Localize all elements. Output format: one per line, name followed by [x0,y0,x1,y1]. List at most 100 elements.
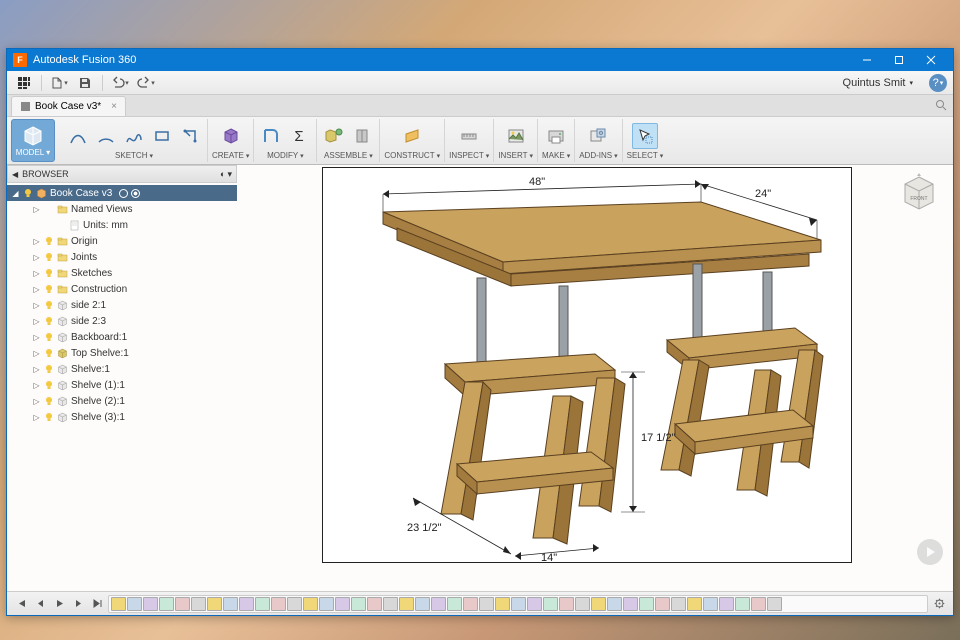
tree-item[interactable]: Units: mm [7,217,237,233]
timeline-track[interactable] [108,595,928,613]
timeline-feature[interactable] [751,597,766,611]
tree-item[interactable]: ▷Shelve (3):1 [7,409,237,425]
twist-icon[interactable]: ▷ [32,269,41,278]
ribbon-group-label[interactable]: INSERT▾ [498,151,533,160]
timeline-feature[interactable] [511,597,526,611]
timeline-feature[interactable] [207,597,222,611]
tree-item[interactable]: ▷Shelve (1):1 [7,377,237,393]
twist-icon[interactable]: ▷ [32,333,41,342]
browser-gear-icon[interactable]: ◐ [220,169,225,180]
bulb-icon[interactable] [44,348,54,358]
bulb-icon[interactable] [44,316,54,326]
minimize-button[interactable] [851,49,883,71]
undo-button[interactable]: ▾ [109,73,131,93]
timeline-feature[interactable] [607,597,622,611]
twist-icon[interactable]: ▷ [32,301,41,310]
timeline-feature[interactable] [143,597,158,611]
tree-item[interactable]: ▷Named Views [7,201,237,217]
timeline-feature[interactable] [255,597,270,611]
timeline-feature[interactable] [623,597,638,611]
twist-icon[interactable]: ▷ [32,381,41,390]
timeline-next-button[interactable] [70,596,86,612]
tree-item[interactable]: ▷Construction [7,281,237,297]
timeline-feature[interactable] [399,597,414,611]
timeline-feature[interactable] [463,597,478,611]
sigma-button[interactable]: Σ [286,123,312,149]
activate-radio[interactable] [119,189,128,198]
tree-item[interactable]: ▷side 2:3 [7,313,237,329]
ribbon-group-label[interactable]: MAKE▾ [542,151,570,160]
timeline-feature[interactable] [175,597,190,611]
asm2-button[interactable] [349,123,375,149]
browser-header[interactable]: ◀ BROWSER ◐▾ [7,165,237,183]
timeline-feature[interactable] [575,597,590,611]
ribbon-group-label[interactable]: CONSTRUCT▾ [384,151,440,160]
bulb-icon[interactable] [44,380,54,390]
extrude-button[interactable] [218,123,244,149]
search-icon[interactable] [935,98,947,116]
timeline-feature[interactable] [335,597,350,611]
timeline-feature[interactable] [383,597,398,611]
print-button[interactable] [543,123,569,149]
timeline-feature[interactable] [719,597,734,611]
tree-item[interactable]: ▷Shelve:1 [7,361,237,377]
timeline-feature[interactable] [687,597,702,611]
play-overlay-icon[interactable] [917,539,943,565]
tree-item[interactable]: ▷Joints [7,249,237,265]
timeline-feature[interactable] [767,597,782,611]
timeline-settings-button[interactable] [931,596,947,612]
ribbon-group-label[interactable]: SKETCH▾ [115,151,153,160]
bulb-icon[interactable] [44,396,54,406]
timeline-feature[interactable] [479,597,494,611]
bulb-icon[interactable] [44,236,54,246]
timeline-feature[interactable] [223,597,238,611]
timeline-feature[interactable] [127,597,142,611]
ribbon-group-label[interactable]: ASSEMBLE▾ [324,151,373,160]
bulb-icon[interactable] [44,364,54,374]
twist-icon[interactable]: ▷ [32,413,41,422]
bulb-icon[interactable] [44,252,54,262]
view-cube[interactable]: FRONT [897,171,941,215]
tab-close-button[interactable]: × [111,101,117,112]
circle-button[interactable] [177,123,203,149]
timeline-feature[interactable] [319,597,334,611]
timeline-feature[interactable] [239,597,254,611]
twist-icon[interactable]: ▷ [32,365,41,374]
ribbon-group-label[interactable]: CREATE▾ [212,151,249,160]
ribbon-group-label[interactable]: INSPECT▾ [449,151,489,160]
twist-icon[interactable]: ▷ [32,317,41,326]
tree-item[interactable]: ▷Top Shelve:1 [7,345,237,361]
help-button[interactable]: ?▾ [929,74,947,92]
fillet-button[interactable] [258,123,284,149]
timeline-feature[interactable] [287,597,302,611]
twist-icon[interactable]: ▷ [32,253,41,262]
activate-radio[interactable] [131,189,140,198]
plane-button[interactable] [399,123,425,149]
bulb-icon[interactable] [44,300,54,310]
tree-item[interactable]: ▷Sketches [7,265,237,281]
timeline-feature[interactable] [303,597,318,611]
line-button[interactable] [65,123,91,149]
select-button[interactable] [632,123,658,149]
timeline-feature[interactable] [703,597,718,611]
file-menu-button[interactable]: ▾ [48,73,70,93]
tree-item[interactable]: ▷side 2:1 [7,297,237,313]
tree-item[interactable]: ▷Shelve (2):1 [7,393,237,409]
timeline-feature[interactable] [447,597,462,611]
twist-icon[interactable]: ▷ [32,285,41,294]
data-panel-button[interactable] [13,73,35,93]
twist-icon[interactable]: ▷ [32,237,41,246]
timeline-feature[interactable] [111,597,126,611]
spline-button[interactable] [121,123,147,149]
timeline-feature[interactable] [191,597,206,611]
redo-button[interactable]: ▾ [135,73,157,93]
timeline-end-button[interactable] [89,596,105,612]
tree-item[interactable]: ▷Origin [7,233,237,249]
tree-root[interactable]: ◢ Book Case v3 [7,185,237,201]
twist-icon[interactable]: ▷ [32,397,41,406]
maximize-button[interactable] [883,49,915,71]
image-button[interactable] [503,123,529,149]
save-button[interactable] [74,73,96,93]
tree-item[interactable]: ▷Backboard:1 [7,329,237,345]
close-button[interactable] [915,49,947,71]
